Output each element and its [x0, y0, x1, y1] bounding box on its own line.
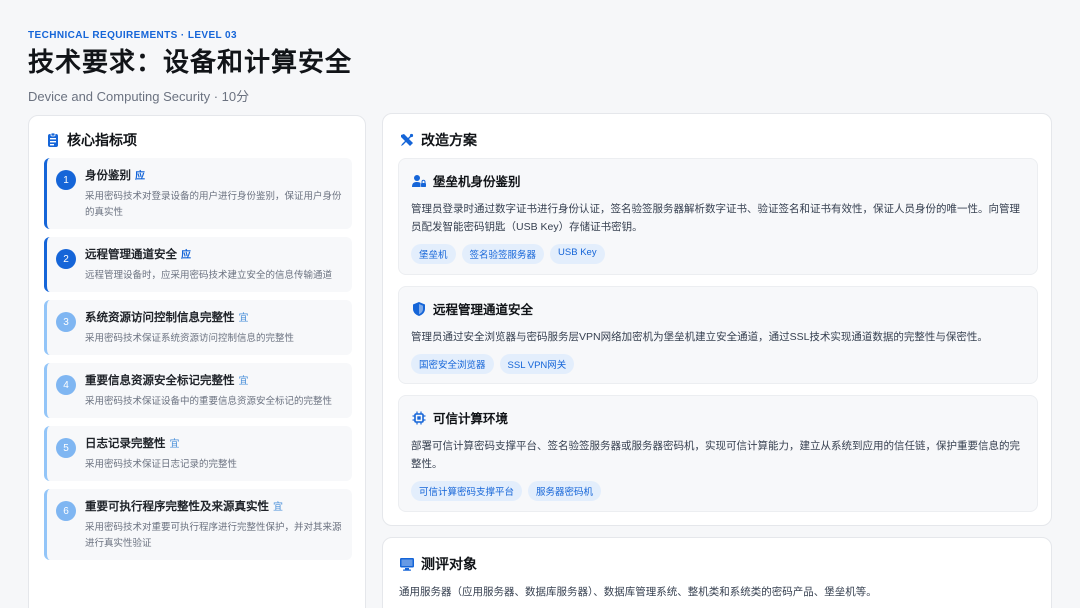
plan-card-text: 管理员登录时通过数字证书进行身份认证，签名验签服务器解析数字证书、验证签名和证书…: [411, 203, 1020, 233]
indicator-item[interactable]: 1 身份鉴别应 采用密码技术对登录设备的用户进行身份鉴别，保证用户身份的真实性: [44, 158, 352, 229]
requirement-tag: 应: [135, 171, 145, 182]
tag-chip: 堡垒机: [411, 244, 456, 264]
target-heading-label: 测评对象: [421, 556, 477, 572]
chip-group: 国密安全浏览器 SSL VPN网关: [411, 354, 1025, 374]
plans-panel: 改造方案 堡垒机身份鉴别 管理员登录时通过数字证书进行身份认证，签名验签服务器解…: [382, 113, 1052, 526]
indicators-heading: 核心指标项: [45, 130, 137, 150]
tag-chip: 国密安全浏览器: [411, 354, 494, 374]
requirement-tag: 宜: [169, 439, 180, 450]
indicator-number: 4: [56, 375, 76, 395]
requirement-tag: 宜: [273, 502, 283, 513]
indicator-description: 远程管理设备时，应采用密码技术建立安全的信息传输通道: [85, 270, 333, 281]
clipboard-list-icon: [45, 132, 61, 148]
indicator-description: 采用密码技术对重要可执行程序进行完整性保护，并对其来源进行真实性验证: [85, 522, 342, 549]
tag-chip: 可信计算密码支撑平台: [411, 481, 523, 501]
indicator-title: 重要信息资源安全标记完整性: [85, 375, 235, 387]
tag-chip: 服务器密码机: [528, 481, 602, 501]
indicator-item[interactable]: 6 重要可执行程序完整性及来源真实性宜 采用密码技术对重要可执行程序进行完整性保…: [44, 489, 352, 560]
chip-group: 堡垒机 签名验签服务器 USB Key: [411, 244, 1025, 264]
indicator-item[interactable]: 2 远程管理通道安全应 远程管理设备时，应采用密码技术建立安全的信息传输通道: [44, 237, 352, 292]
plan-card-title: 远程管理通道安全: [433, 303, 534, 317]
indicator-number: 5: [56, 438, 76, 458]
indicators-panel: 核心指标项 1 身份鉴别应 采用密码技术对登录设备的用户进行身份鉴别，保证用户身…: [28, 115, 366, 608]
tag-chip: SSL VPN网关: [499, 354, 575, 374]
indicator-number: 6: [56, 501, 76, 521]
indicators-heading-label: 核心指标项: [67, 132, 137, 148]
tag-chip: USB Key: [550, 244, 605, 264]
indicator-title: 日志记录完整性: [85, 438, 166, 450]
plan-card-trusted: 可信计算环境 部署可信计算密码支撑平台、签名验签服务器或服务器密码机，实现可信计…: [398, 395, 1038, 512]
shield-icon: [411, 301, 427, 317]
tools-icon: [399, 132, 415, 148]
indicator-title: 重要可执行程序完整性及来源真实性: [85, 501, 269, 513]
target-panel: 测评对象 通用服务器（应用服务器、数据库服务器）、数据库管理系统、整机类和系统类…: [382, 537, 1052, 608]
target-text: 通用服务器（应用服务器、数据库服务器）、数据库管理系统、整机类和系统类的密码产品…: [399, 586, 877, 598]
indicator-description: 采用密码技术保证系统资源访问控制信息的完整性: [85, 333, 295, 344]
chip-group: 可信计算密码支撑平台 服务器密码机: [411, 481, 1025, 501]
indicator-title: 远程管理通道安全: [85, 249, 177, 261]
indicator-number: 3: [56, 312, 76, 332]
plan-card-bastion: 堡垒机身份鉴别 管理员登录时通过数字证书进行身份认证，签名验签服务器解析数字证书…: [398, 158, 1038, 275]
plan-card-text: 部署可信计算密码支撑平台、签名验签服务器或服务器密码机，实现可信计算能力，建立从…: [411, 440, 1020, 470]
indicator-number: 1: [56, 170, 76, 190]
indicator-item[interactable]: 3 系统资源访问控制信息完整性宜 采用密码技术保证系统资源访问控制信息的完整性: [44, 300, 352, 355]
indicator-description: 采用密码技术保证设备中的重要信息资源安全标记的完整性: [85, 396, 333, 407]
plan-card-title: 堡垒机身份鉴别: [433, 175, 521, 189]
indicator-description: 采用密码技术对登录设备的用户进行身份鉴别，保证用户身份的真实性: [85, 191, 342, 218]
plan-card-remote: 远程管理通道安全 管理员通过安全浏览器与密码服务层VPN网络加密机为堡垒机建立安…: [398, 286, 1038, 384]
indicator-title: 系统资源访问控制信息完整性: [85, 312, 235, 324]
indicator-title: 身份鉴别: [85, 170, 131, 182]
indicator-description: 采用密码技术保证日志记录的完整性: [85, 459, 238, 470]
chip-icon: [411, 410, 427, 426]
indicator-item[interactable]: 4 重要信息资源安全标记完整性宜 采用密码技术保证设备中的重要信息资源安全标记的…: [44, 363, 352, 418]
plans-heading-label: 改造方案: [421, 132, 477, 148]
requirement-tag: 宜: [238, 313, 249, 324]
plans-heading: 改造方案: [399, 130, 477, 150]
indicator-number: 2: [56, 249, 76, 269]
kicker: TECHNICAL REQUIREMENTS · LEVEL 03: [28, 30, 237, 41]
monitor-icon: [399, 556, 415, 572]
tag-chip: 签名验签服务器: [461, 244, 545, 264]
page-subtitle: Device and Computing Security · 10分: [28, 89, 250, 104]
indicator-item[interactable]: 5 日志记录完整性宜 采用密码技术保证日志记录的完整性: [44, 426, 352, 481]
target-heading: 测评对象: [399, 554, 477, 574]
requirement-tag: 宜: [238, 376, 249, 387]
plan-card-title: 可信计算环境: [433, 412, 509, 426]
indicator-list: 1 身份鉴别应 采用密码技术对登录设备的用户进行身份鉴别，保证用户身份的真实性 …: [44, 158, 352, 568]
requirement-tag: 应: [181, 250, 191, 261]
plan-card-text: 管理员通过安全浏览器与密码服务层VPN网络加密机为堡垒机建立安全通道，通过SSL…: [411, 331, 988, 343]
user-lock-icon: [411, 173, 427, 189]
page-title: 技术要求：设备和计算安全: [28, 47, 353, 77]
